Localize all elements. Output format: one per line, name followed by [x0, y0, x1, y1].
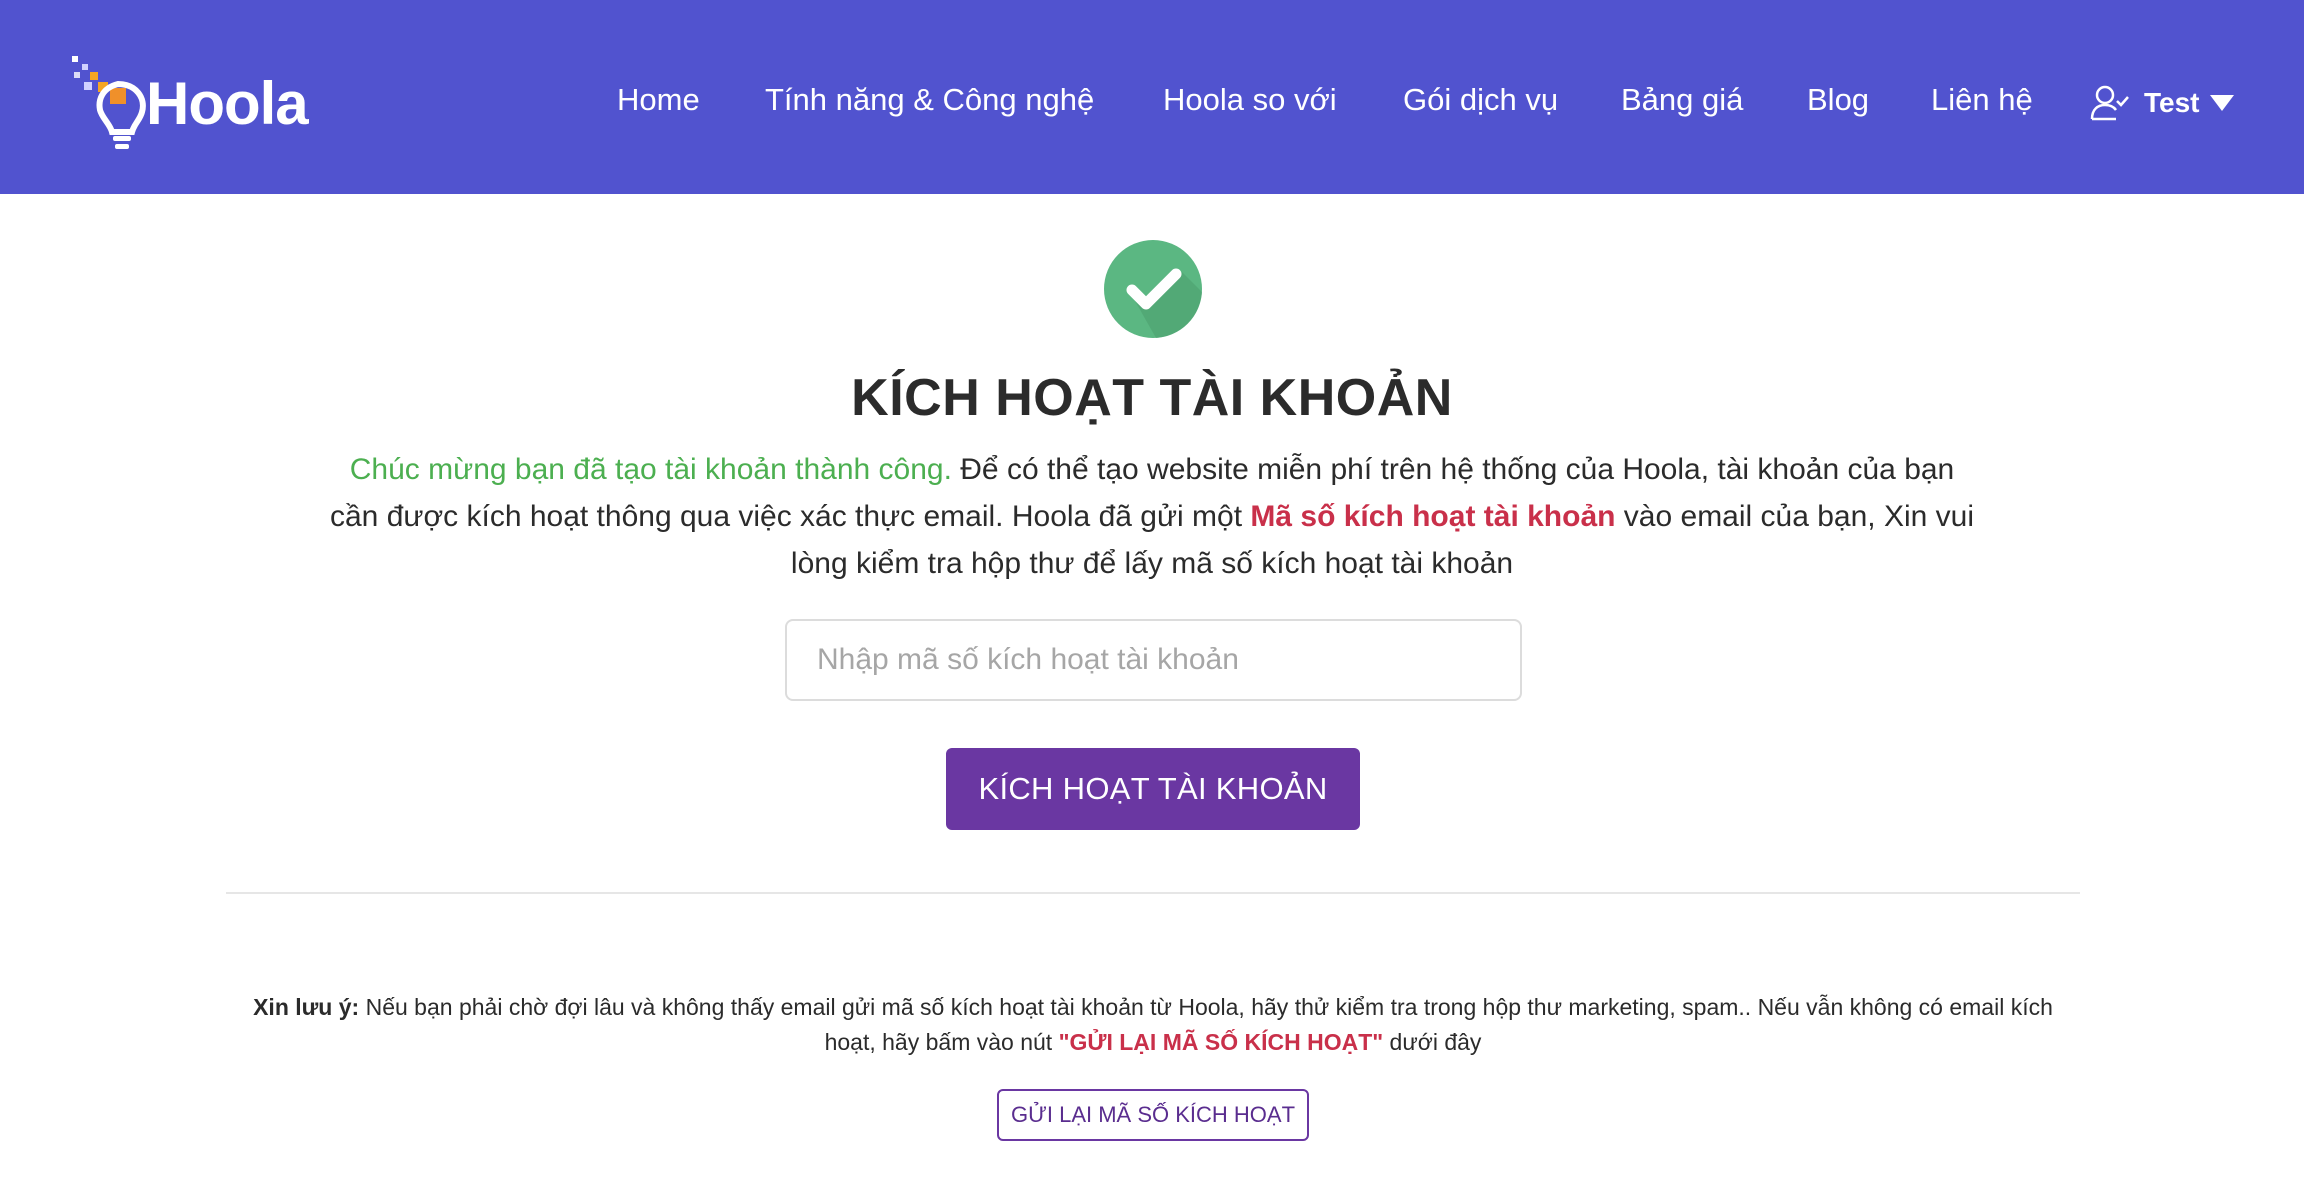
page-title: KÍCH HOẠT TÀI KHOẢN [851, 369, 1453, 427]
resend-highlight: "GỬI LẠI MÃ SỐ KÍCH HOẠT" [1058, 1029, 1384, 1055]
activation-code-highlight: Mã số kích hoạt tài khoản [1250, 500, 1616, 533]
note-text: Xin lưu ý: Nếu bạn phải chờ đợi lâu và k… [226, 990, 2080, 1060]
success-message: Chúc mừng bạn đã tạo tài khoản thành côn… [349, 453, 952, 486]
nav-item-home[interactable]: Home [617, 72, 700, 128]
user-menu[interactable]: Test [2090, 78, 2234, 128]
site-header: Hoola Home Tính năng & Công nghệ Hoola s… [0, 0, 2304, 194]
note-label: Xin lưu ý: [253, 994, 360, 1020]
nav-item-comparison[interactable]: Hoola so với [1163, 72, 1337, 128]
note-part-2: dưới đây [1383, 1029, 1482, 1055]
nav-item-contact[interactable]: Liên hệ [1931, 72, 2033, 128]
activate-account-button[interactable]: KÍCH HOẠT TÀI KHOẢN [946, 748, 1360, 830]
nav-item-blog[interactable]: Blog [1807, 72, 1869, 128]
user-name: Test [2144, 87, 2200, 118]
caret-down-icon [2209, 95, 2234, 111]
resend-code-button[interactable]: GỬI LẠI MÃ SỐ KÍCH HOẠT [997, 1089, 1309, 1141]
activation-code-input[interactable] [785, 619, 1522, 701]
user-check-icon [2090, 85, 2129, 121]
divider [226, 892, 2080, 894]
intro-text: Chúc mừng bạn đã tạo tài khoản thành côn… [330, 446, 1974, 587]
main-nav: Home Tính năng & Công nghệ Hoola so với … [0, 72, 2304, 128]
nav-item-pricing[interactable]: Bảng giá [1621, 72, 1743, 128]
nav-item-plans[interactable]: Gói dịch vụ [1403, 72, 1558, 128]
nav-item-features[interactable]: Tính năng & Công nghệ [765, 72, 1094, 128]
check-circle-icon [1104, 240, 1202, 338]
